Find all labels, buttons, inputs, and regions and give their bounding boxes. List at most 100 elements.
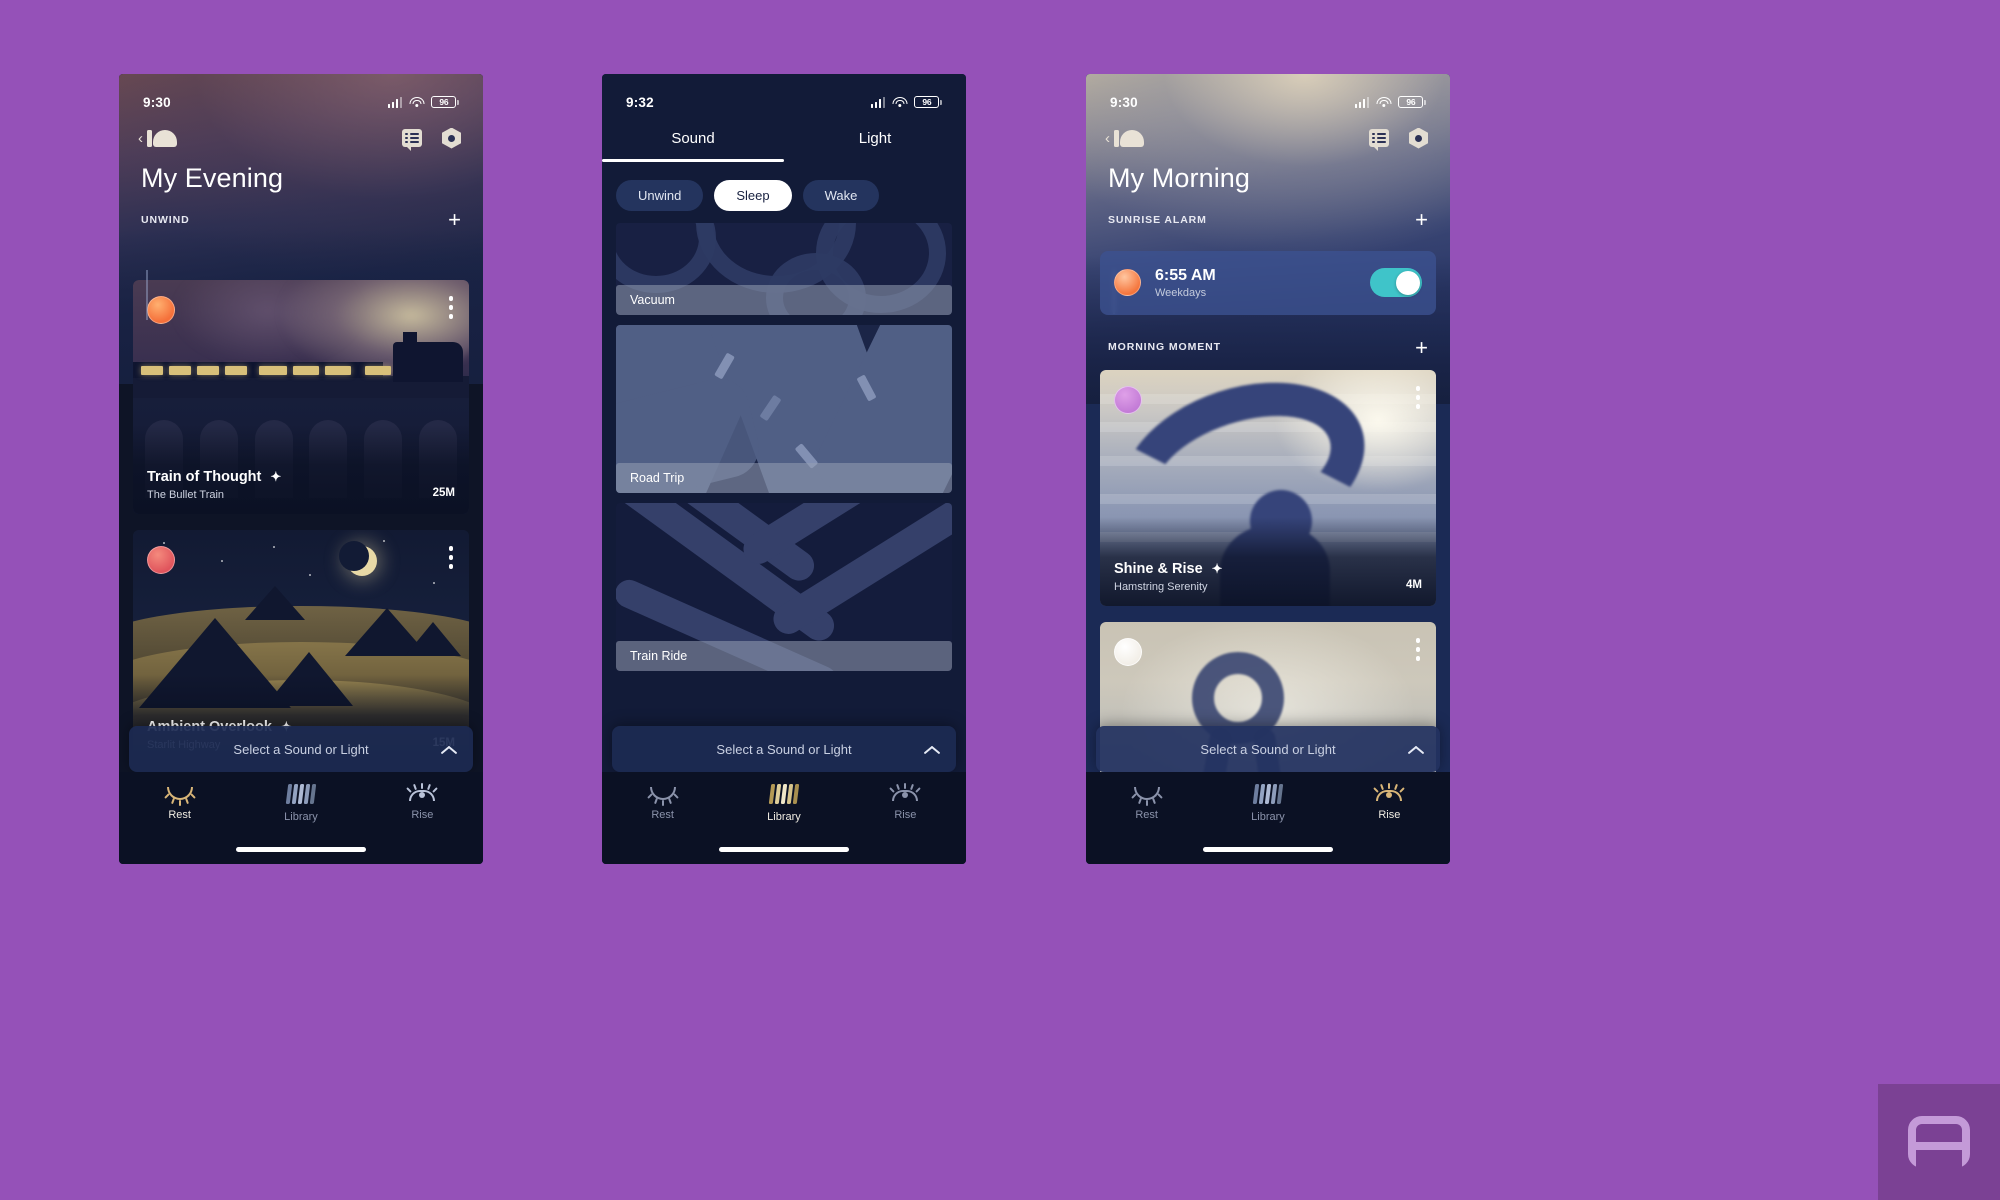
select-sound-or-light-sheet[interactable]: Select a Sound or Light	[612, 726, 956, 772]
tab-rest[interactable]: Rest	[1086, 784, 1207, 821]
status-bar: 9:32 96	[602, 74, 966, 118]
section-header-sunrise-alarm: SUNRISE ALARM +	[1086, 194, 1450, 231]
tab-rest[interactable]: Rest	[602, 784, 723, 821]
app-bar: ‹	[1086, 118, 1450, 152]
battery-level: 96	[922, 96, 932, 107]
chevron-left-icon[interactable]: ‹	[138, 131, 143, 146]
chevron-up-icon[interactable]	[924, 741, 940, 757]
tab-library[interactable]: Library	[1207, 784, 1328, 823]
status-indicators: 96	[870, 96, 942, 108]
battery-cap	[1424, 99, 1426, 105]
chip-wake[interactable]: Wake	[802, 179, 880, 211]
tab-label: Rise	[1378, 809, 1401, 821]
settings-hex-icon[interactable]	[1409, 127, 1428, 149]
sheet-label: Select a Sound or Light	[233, 741, 369, 757]
playlist-icon[interactable]	[1369, 129, 1389, 151]
app-logo-icon	[1114, 129, 1144, 148]
card-duration: 4M	[1406, 579, 1422, 592]
card-subtitle: The Bullet Train	[147, 489, 225, 501]
cellular-signal-icon	[1354, 96, 1370, 108]
chevron-up-icon[interactable]	[441, 741, 457, 757]
tab-rise[interactable]: Rise	[845, 783, 966, 821]
add-alarm-button[interactable]: +	[1415, 209, 1428, 231]
add-moment-button[interactable]: +	[1415, 336, 1428, 358]
tab-rise[interactable]: Rise	[362, 783, 483, 821]
select-sound-or-light-sheet[interactable]: Select a Sound or Light	[1096, 726, 1440, 772]
library-list[interactable]: Vacuum Road Trip Train Ride	[602, 222, 966, 671]
chip-sleep[interactable]: Sleep	[714, 179, 792, 211]
wifi-icon	[409, 96, 425, 108]
status-time: 9:30	[143, 94, 171, 110]
chevron-up-icon[interactable]	[1408, 741, 1424, 757]
home-indicator	[236, 847, 366, 852]
phone-library: 9:32 96 Sound Light Unwind Sleep Wake Va…	[602, 74, 966, 864]
battery-cap	[457, 99, 459, 105]
status-bar: 9:30 96	[1086, 74, 1450, 118]
section-label: UNWIND	[141, 213, 190, 226]
card-overflow-menu-icon[interactable]	[1415, 638, 1420, 661]
tab-library[interactable]: Library	[723, 784, 844, 823]
card-color-dot	[147, 296, 175, 324]
library-item-label: Train Ride	[616, 640, 952, 671]
select-sound-or-light-sheet[interactable]: Select a Sound or Light	[129, 726, 473, 772]
library-item-label: Vacuum	[616, 284, 952, 315]
card-title-row: Shine & Rise ✦	[1114, 561, 1223, 577]
tab-label: Rise	[894, 809, 917, 821]
card-title-row: Train of Thought ✦	[147, 469, 281, 485]
app-bar-left[interactable]: ‹	[138, 129, 177, 148]
screen-library: 9:32 96 Sound Light Unwind Sleep Wake Va…	[602, 74, 966, 864]
open-eye-sun-icon	[1373, 783, 1406, 802]
card-overflow-menu-icon[interactable]	[1415, 386, 1420, 409]
status-indicators: 96	[387, 96, 459, 108]
tab-sound[interactable]: Sound	[602, 130, 784, 159]
timeline-rail	[146, 270, 148, 320]
tab-inactive-underline	[784, 159, 966, 162]
card-train-of-thought[interactable]: Train of Thought ✦ The Bullet Train 25M	[133, 280, 469, 514]
card-overflow-menu-icon[interactable]	[448, 546, 453, 569]
alarm-toggle[interactable]	[1370, 268, 1422, 298]
app-bar-right	[1369, 127, 1428, 151]
card-subtitle: Hamstring Serenity	[1114, 581, 1208, 594]
page-title: My Morning	[1108, 163, 1251, 193]
cellular-signal-icon	[387, 96, 403, 108]
closed-eye-icon	[163, 784, 196, 806]
app-bar: ‹	[119, 118, 483, 152]
battery-cap	[940, 99, 942, 105]
card-color-dot	[1114, 386, 1142, 415]
card-shine-and-rise[interactable]: Shine & Rise ✦ Hamstring Serenity 4M	[1100, 370, 1436, 607]
alarm-row[interactable]: 6:55 AM Weekdays	[1100, 250, 1436, 315]
chip-unwind[interactable]: Unwind	[616, 179, 704, 211]
library-item-train-ride[interactable]: Train Ride	[616, 502, 952, 671]
app-bar-right	[402, 127, 461, 151]
engadget-logo-icon	[1908, 1116, 1970, 1168]
open-eye-sun-icon	[406, 783, 439, 802]
playlist-icon[interactable]	[402, 129, 422, 151]
toggle-knob	[1395, 270, 1420, 295]
alarm-color-dot	[1114, 269, 1141, 297]
battery-icon: 96	[431, 96, 457, 108]
tab-active-underline	[602, 159, 784, 162]
add-item-button[interactable]: +	[448, 209, 461, 231]
status-bar: 9:30 96	[119, 74, 483, 118]
library-item-road-trip[interactable]: Road Trip	[616, 324, 952, 493]
alarm-repeat: Weekdays	[1155, 286, 1207, 299]
card-title: Shine & Rise	[1114, 561, 1203, 578]
app-bar-left[interactable]: ‹	[1105, 129, 1144, 148]
wifi-icon	[1376, 96, 1392, 108]
tab-rise[interactable]: Rise	[1329, 783, 1450, 821]
tab-library[interactable]: Library	[240, 784, 361, 823]
phone-my-evening: 9:30 96 ‹ My Evening UNWIND + Train of T…	[119, 74, 483, 864]
phone-my-morning: 9:30 96 ‹ My Morning SUNRISE ALARM + 6:5…	[1086, 74, 1450, 864]
wifi-icon	[892, 96, 908, 108]
sheet-label: Select a Sound or Light	[716, 741, 852, 757]
cellular-signal-icon	[870, 96, 886, 108]
tab-rest[interactable]: Rest	[119, 784, 240, 821]
library-item-vacuum[interactable]: Vacuum	[616, 222, 952, 315]
books-icon	[768, 784, 800, 804]
settings-hex-icon[interactable]	[442, 127, 461, 149]
sheet-label: Select a Sound or Light	[1200, 741, 1336, 757]
card-overflow-menu-icon[interactable]	[448, 296, 453, 319]
engadget-watermark	[1878, 1084, 2000, 1200]
tab-light[interactable]: Light	[784, 130, 966, 159]
chevron-left-icon[interactable]: ‹	[1105, 131, 1110, 146]
